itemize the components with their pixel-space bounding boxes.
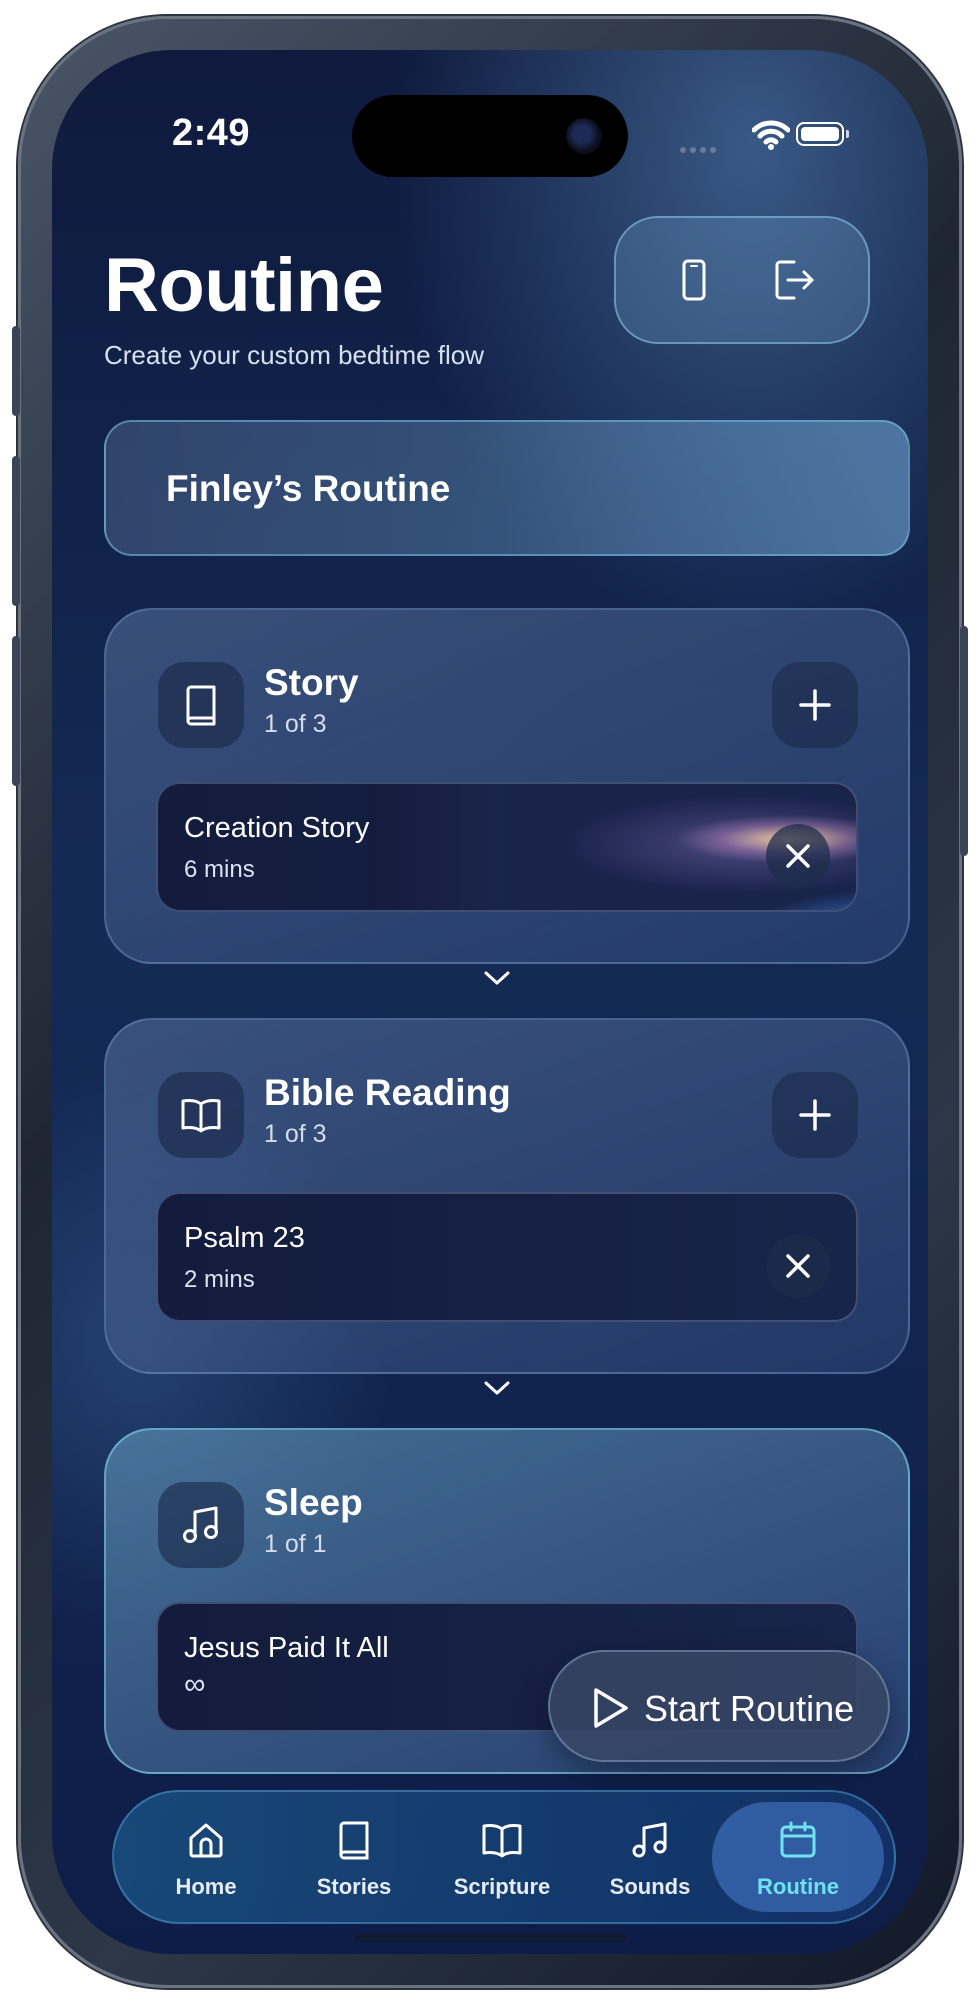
calendar-icon	[780, 1821, 816, 1858]
tab-label: Stories	[316, 1874, 392, 1899]
item-title: Jesus Paid It All	[184, 1632, 389, 1664]
section-count: 1 of 1	[264, 1530, 327, 1558]
section-count: 1 of 3	[264, 710, 327, 738]
volume-down-button	[12, 636, 20, 786]
book-icon	[339, 1821, 369, 1860]
book-icon	[158, 662, 244, 748]
tab-bar: Home Stories Scripture Sounds Routine	[112, 1790, 896, 1924]
item-title: Creation Story	[184, 812, 370, 844]
chevron-down-icon	[484, 970, 510, 991]
routine-name-text: Finley’s Routine	[166, 468, 451, 509]
add-story-button[interactable]	[772, 662, 858, 748]
list-item[interactable]: Psalm 23 2 mins	[156, 1192, 858, 1322]
item-title: Psalm 23	[184, 1222, 305, 1254]
dynamic-island	[352, 95, 628, 177]
section-count: 1 of 3	[264, 1120, 327, 1148]
tab-label: Sounds	[609, 1874, 691, 1899]
remove-item-button[interactable]	[766, 824, 830, 888]
camera-icon	[566, 118, 602, 154]
tab-label: Scripture	[453, 1874, 551, 1899]
add-bible-reading-button[interactable]	[772, 1072, 858, 1158]
wifi-icon	[751, 120, 791, 155]
home-indicator	[354, 1934, 626, 1942]
tab-home[interactable]: Home	[136, 1802, 276, 1912]
home-icon	[189, 1823, 223, 1858]
music-note-icon	[158, 1482, 244, 1568]
music-note-icon	[632, 1822, 667, 1858]
section-title: Sleep	[264, 1482, 363, 1523]
status-time: 2:49	[172, 112, 251, 154]
start-routine-button[interactable]: Start Routine	[548, 1650, 890, 1762]
cellular-signal-icon	[680, 140, 720, 158]
section-title: Story	[264, 662, 359, 703]
remove-item-button[interactable]	[766, 1234, 830, 1298]
tab-label: Routine	[757, 1874, 839, 1899]
play-icon	[594, 1688, 628, 1728]
tab-scripture[interactable]: Scripture	[432, 1802, 572, 1912]
list-item[interactable]: Creation Story 6 mins	[156, 782, 858, 912]
plus-icon	[799, 1099, 831, 1131]
close-icon	[786, 844, 810, 868]
tab-label: Home	[175, 1874, 237, 1899]
page-subtitle: Create your custom bedtime flow	[104, 340, 485, 370]
phone-icon[interactable]	[672, 258, 716, 302]
start-routine-label: Start Routine	[644, 1688, 855, 1729]
logout-icon[interactable]	[772, 258, 816, 302]
phone-frame: 2:49 Routine Create your custom bedtime …	[12, 16, 968, 1988]
tab-sounds[interactable]: Sounds	[580, 1802, 720, 1912]
power-button	[960, 626, 968, 856]
page-title: Routine	[104, 243, 384, 328]
open-book-icon	[158, 1072, 244, 1158]
plus-icon	[799, 689, 831, 721]
chevron-down-icon	[484, 1380, 510, 1401]
routine-name-field[interactable]: Finley’s Routine	[104, 420, 910, 556]
action-button	[12, 326, 20, 416]
section-title: Bible Reading	[264, 1072, 511, 1113]
tab-stories[interactable]: Stories	[284, 1802, 424, 1912]
section-card-story: Story 1 of 3 Creation Story 6 mins	[104, 608, 910, 964]
open-book-icon	[482, 1823, 522, 1858]
section-card-bible-reading: Bible Reading 1 of 3 Psalm 23 2 mins	[104, 1018, 910, 1374]
item-duration: 6 mins	[184, 856, 255, 883]
battery-icon	[796, 122, 849, 146]
tab-routine[interactable]: Routine	[712, 1802, 884, 1912]
volume-up-button	[12, 456, 20, 606]
header-actions	[614, 216, 870, 344]
item-duration: 2 mins	[184, 1266, 255, 1293]
screen: 2:49 Routine Create your custom bedtime …	[52, 50, 928, 1954]
close-icon	[786, 1254, 810, 1278]
infinite-duration: ∞	[184, 1668, 206, 1701]
